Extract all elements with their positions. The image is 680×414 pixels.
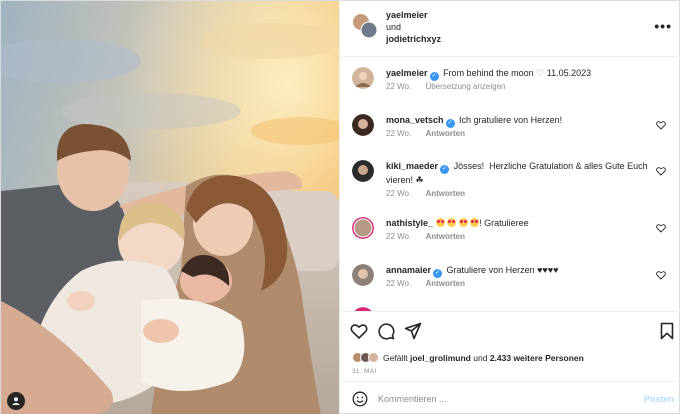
- comment-user-link[interactable]: annamaier: [386, 265, 431, 275]
- heart-eyes-emoji-icon: [447, 218, 457, 227]
- comment-composer: Posten: [340, 381, 680, 414]
- like-heart-icon[interactable]: [656, 223, 666, 233]
- caption-text: yaelmeier ✓ From behind the moon ♡ 11.05.…: [386, 67, 648, 81]
- likes-text: Gefällt joel_grolimund und 2.433 weitere…: [383, 353, 584, 363]
- family-photo-image: [1, 1, 339, 414]
- caption-body: From behind the moon: [443, 68, 534, 78]
- collab-names: yaelmeier und jodietrichxyz: [386, 9, 441, 45]
- more-horizontal-icon[interactable]: •••: [654, 18, 672, 34]
- comment-user-link[interactable]: mona_vetsch: [386, 115, 444, 125]
- likes-mid: und: [473, 352, 488, 363]
- avatar[interactable]: [352, 67, 374, 89]
- reply-button[interactable]: Antworten: [425, 232, 465, 241]
- comment-meta: 22 Wo. Antworten: [386, 279, 477, 288]
- like-heart-icon[interactable]: [656, 166, 666, 176]
- avatar[interactable]: [352, 264, 374, 286]
- verified-icon: ✓: [429, 72, 439, 81]
- avatar[interactable]: [352, 217, 374, 239]
- comment-body: ! Gratulieree: [479, 218, 529, 228]
- post-photo[interactable]: [1, 1, 339, 414]
- comment-meta: 22 Wo. Antworten: [386, 129, 477, 138]
- comment-age: 22 Wo.: [386, 232, 412, 241]
- heart-eyes-emoji-icon: [458, 218, 468, 227]
- post-dialog: yaelmeier und jodietrichxyz ••• yaelmeie…: [0, 0, 680, 414]
- comment-user-link[interactable]: kiki_maeder: [386, 161, 438, 171]
- post-actions: Gefällt joel_grolimund und 2.433 weitere…: [340, 311, 680, 381]
- collab-avatars[interactable]: [352, 13, 378, 39]
- like-heart-icon[interactable]: [656, 120, 666, 130]
- verified-icon: ✓: [433, 269, 443, 278]
- comment-user-link[interactable]: nathistyle_: [386, 218, 433, 228]
- verified-icon: ✓: [445, 119, 455, 128]
- likes-user-link[interactable]: joel_grolimund: [410, 353, 471, 363]
- comment-body: Ich gratuliere von Herzen!: [459, 115, 563, 125]
- comment-meta: 22 Wo. Antworten: [386, 232, 477, 241]
- comment-age: 22 Wo.: [386, 279, 412, 288]
- comment-age: 22 Wo.: [386, 189, 412, 198]
- comment-text: annamaier ✓ Gratuliere von Herzen ♥♥♥♥: [386, 264, 648, 278]
- caption-meta: 22 Wo. Übersetzung anzeigen: [386, 82, 518, 91]
- user-icon: [12, 397, 20, 405]
- likes-summary: Gefällt joel_grolimund und 2.433 weitere…: [352, 352, 584, 363]
- comment-body: Gratuliere von Herzen ♥♥♥♥: [446, 265, 559, 275]
- comment-icon[interactable]: [377, 322, 395, 340]
- like-heart-icon[interactable]: [656, 270, 666, 280]
- heart-eyes-emoji-icon: [470, 218, 480, 227]
- reply-button[interactable]: Antworten: [425, 279, 465, 288]
- bookmark-icon[interactable]: [658, 322, 676, 340]
- header-user2-link[interactable]: jodietrichxyz: [386, 33, 441, 45]
- comment-text: kiki_maeder ✓ Jösses! Herzliche Gratulati…: [386, 160, 648, 187]
- header-user1-link[interactable]: yaelmeier: [386, 9, 441, 21]
- likes-prefix: Gefällt: [383, 352, 408, 363]
- likes-count-link[interactable]: 2.433 weitere Personen: [490, 353, 584, 363]
- avatar[interactable]: [352, 114, 374, 136]
- post-side-panel: yaelmeier und jodietrichxyz ••• yaelmeie…: [339, 1, 680, 414]
- avatar: [353, 14, 378, 39]
- comment-meta: 22 Wo. Antworten: [386, 189, 477, 198]
- reply-button[interactable]: Antworten: [425, 189, 465, 198]
- tagged-users-button[interactable]: [7, 392, 25, 410]
- heart-eyes-emoji-icon: [435, 218, 445, 227]
- reply-button[interactable]: Antworten: [425, 129, 465, 138]
- post-date[interactable]: 31. MAI: [352, 368, 377, 375]
- emoji-smile-icon[interactable]: [352, 391, 368, 407]
- caption-date: 11.05.2023: [546, 68, 592, 78]
- comment-text: nathistyle_ ! Gratulieree: [386, 217, 648, 230]
- comments-list[interactable]: yaelmeier ✓ From behind the moon ♡ 11.05.…: [340, 57, 680, 311]
- like-heart-icon[interactable]: [350, 322, 368, 340]
- avatar[interactable]: [352, 160, 374, 182]
- translate-link[interactable]: Übersetzung anzeigen: [425, 82, 505, 91]
- post-header: yaelmeier und jodietrichxyz •••: [340, 1, 680, 57]
- share-icon[interactable]: [404, 322, 422, 340]
- caption-age: 22 Wo.: [386, 82, 412, 91]
- comment-text: mona_vetsch ✓ Ich gratuliere von Herzen!: [386, 114, 648, 128]
- verified-icon: ✓: [440, 165, 450, 174]
- comment-age: 22 Wo.: [386, 129, 412, 138]
- comment-input[interactable]: [378, 390, 628, 408]
- white-heart-icon: ♡: [536, 68, 545, 78]
- caption-user-link[interactable]: yaelmeier: [386, 68, 428, 78]
- avatar: [368, 352, 379, 363]
- post-comment-button[interactable]: Posten: [644, 394, 674, 404]
- header-connector: und: [386, 22, 402, 32]
